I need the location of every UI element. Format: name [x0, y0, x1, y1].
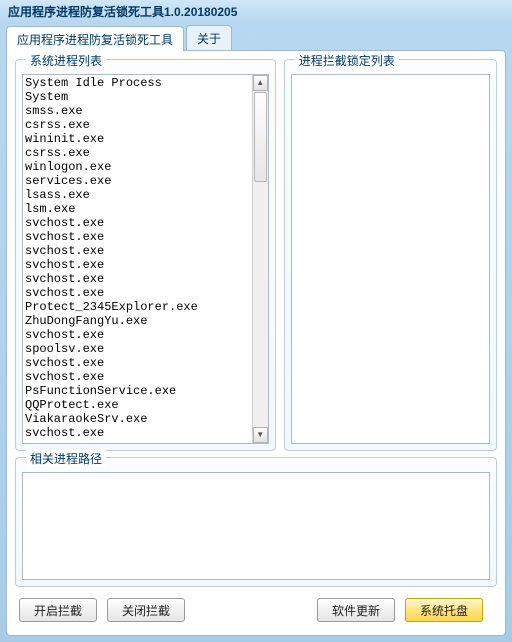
process-item[interactable]: Protect_2345Explorer.exe: [25, 300, 250, 314]
stop-block-button[interactable]: 关闭拦截: [107, 598, 185, 622]
software-update-button[interactable]: 软件更新: [317, 598, 395, 622]
process-item[interactable]: ViakaraokeSrv.exe: [25, 412, 250, 426]
process-item[interactable]: svchost.exe: [25, 258, 250, 272]
group-locked-processes-label: 进程拦截锁定列表: [295, 52, 399, 69]
lock-list[interactable]: [292, 75, 489, 443]
process-list-wrap: System Idle ProcessSystemsmss.execsrss.e…: [22, 74, 269, 444]
lock-list-wrap: [291, 74, 490, 444]
process-item[interactable]: smss.exe: [25, 104, 250, 118]
start-block-button[interactable]: 开启拦截: [19, 598, 97, 622]
scroll-thumb[interactable]: [254, 92, 267, 182]
process-item[interactable]: svchost.exe: [25, 244, 250, 258]
system-tray-button[interactable]: 系统托盘: [405, 598, 483, 622]
group-system-processes-label: 系统进程列表: [26, 52, 106, 69]
process-item[interactable]: spoolsv.exe: [25, 342, 250, 356]
process-list[interactable]: System Idle ProcessSystemsmss.execsrss.e…: [23, 75, 252, 443]
group-process-paths: 相关进程路径: [15, 457, 497, 587]
process-item[interactable]: svchost.exe: [25, 230, 250, 244]
process-item[interactable]: wininit.exe: [25, 132, 250, 146]
process-item[interactable]: svchost.exe: [25, 426, 250, 440]
process-item[interactable]: PsFunctionService.exe: [25, 384, 250, 398]
process-item[interactable]: svchost.exe: [25, 216, 250, 230]
process-item[interactable]: System: [25, 90, 250, 104]
group-system-processes: 系统进程列表 System Idle ProcessSystemsmss.exe…: [15, 59, 276, 451]
group-process-paths-label: 相关进程路径: [26, 450, 106, 467]
process-item[interactable]: csrss.exe: [25, 118, 250, 132]
scroll-up-icon[interactable]: ▲: [253, 75, 268, 91]
top-row: 系统进程列表 System Idle ProcessSystemsmss.exe…: [15, 59, 497, 451]
group-locked-processes: 进程拦截锁定列表: [284, 59, 497, 451]
process-item[interactable]: lsass.exe: [25, 188, 250, 202]
process-item[interactable]: svchost.exe: [25, 272, 250, 286]
process-item[interactable]: ZhuDongFangYu.exe: [25, 314, 250, 328]
process-item[interactable]: services.exe: [25, 174, 250, 188]
scroll-down-icon[interactable]: ▼: [253, 427, 268, 443]
path-list[interactable]: [22, 472, 490, 580]
process-item[interactable]: csrss.exe: [25, 146, 250, 160]
window-titlebar: 应用程序进程防复活锁死工具1.0.20180205: [0, 0, 512, 24]
button-bar: 开启拦截 关闭拦截 软件更新 系统托盘: [15, 593, 497, 627]
process-item[interactable]: winlogon.exe: [25, 160, 250, 174]
process-item[interactable]: svchost.exe: [25, 286, 250, 300]
process-item[interactable]: System Idle Process: [25, 76, 250, 90]
client-area: 系统进程列表 System Idle ProcessSystemsmss.exe…: [6, 50, 506, 636]
tab-about[interactable]: 关于: [186, 25, 232, 50]
process-item[interactable]: svchost.exe: [25, 328, 250, 342]
tab-bar: 应用程序进程防复活锁死工具 关于: [0, 24, 512, 50]
process-item[interactable]: QQProtect.exe: [25, 398, 250, 412]
process-item[interactable]: svchost.exe: [25, 370, 250, 384]
process-item[interactable]: svchost.exe: [25, 356, 250, 370]
tab-main[interactable]: 应用程序进程防复活锁死工具: [6, 26, 184, 51]
window-title: 应用程序进程防复活锁死工具1.0.20180205: [8, 5, 237, 19]
process-item[interactable]: lsm.exe: [25, 202, 250, 216]
process-list-scrollbar[interactable]: ▲ ▼: [252, 75, 268, 443]
